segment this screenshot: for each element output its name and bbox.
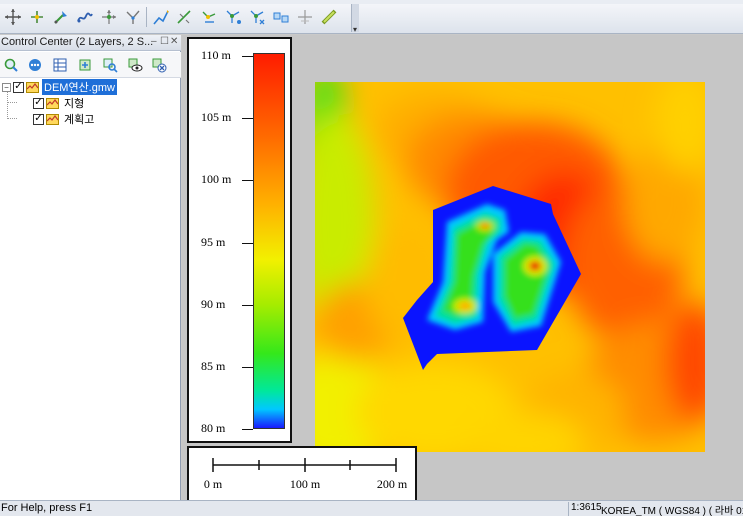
minimize-button[interactable]: – [151, 36, 157, 47]
attribute-table-icon[interactable] [51, 56, 69, 74]
tree-connector [7, 118, 17, 119]
scale-bar: 0 m 100 m 200 m [187, 446, 417, 500]
legend-tick [242, 118, 253, 119]
legend-color-ramp [253, 53, 285, 429]
scale-label: 0 m [203, 477, 223, 491]
visibility-icon[interactable] [126, 56, 144, 74]
dem-raster-image [315, 82, 705, 452]
scale-label: 200 m [376, 477, 408, 491]
toolbar-top-strip [0, 0, 743, 4]
toolbar: ▾ [0, 0, 743, 34]
edit-curve-icon[interactable] [74, 6, 96, 28]
legend-tick [242, 367, 253, 368]
legend-tick [242, 305, 253, 306]
view-icon[interactable] [26, 56, 44, 74]
elevation-legend: 110 m 105 m 100 m 95 m 90 m 85 m 80 m [187, 37, 292, 443]
pan-select-icon[interactable] [50, 6, 72, 28]
scale-label: 100 m [289, 477, 321, 491]
legend-tick [242, 180, 253, 181]
legend-label: 85 m [201, 359, 226, 373]
layer-checkbox[interactable]: ✓ [33, 113, 44, 125]
maximize-button[interactable]: ☐ [160, 36, 169, 47]
zoom-layer-icon[interactable] [2, 56, 20, 74]
add-layer-icon[interactable] [76, 56, 94, 74]
layer-label[interactable]: 지형 [62, 95, 86, 111]
layer-checkbox[interactable]: ✓ [33, 97, 44, 109]
tree-connector [7, 91, 8, 119]
status-bar: For Help, press F1 1:3615 KOREA_TM ( WGS… [0, 500, 743, 516]
legend-label: 110 m [201, 48, 231, 62]
workspace-checkbox[interactable]: ✓ [13, 81, 24, 93]
ruler-icon[interactable] [318, 6, 340, 28]
close-button[interactable]: ✕ [170, 36, 178, 47]
crosshair-icon[interactable] [294, 6, 316, 28]
raster-layer-icon [46, 97, 59, 109]
chevron-down-icon[interactable]: ▾ [353, 25, 357, 34]
workspace-icon [26, 81, 39, 93]
legend-label: 105 m [201, 110, 232, 124]
status-help-text: For Help, press F1 [1, 502, 93, 514]
collapse-toggle[interactable]: − [2, 82, 11, 92]
split-icon[interactable] [122, 6, 144, 28]
toolbar-separator [146, 7, 147, 27]
draw-polyline-icon[interactable] [150, 6, 172, 28]
layer-label[interactable]: 계획고 [62, 111, 96, 127]
scale-bar-graphic [212, 458, 397, 472]
control-center-titlebar: Control Center (2 Layers, 2 S... – ☐ ✕ [0, 35, 181, 51]
legend-label: 90 m [201, 297, 226, 311]
vertex-add-icon[interactable] [222, 6, 244, 28]
snap-icon[interactable] [270, 6, 292, 28]
control-center-title: Control Center (2 Layers, 2 S... [1, 36, 154, 48]
tree-item-layer[interactable]: ✓ 계획고 [33, 111, 96, 127]
legend-label: 80 m [201, 421, 226, 435]
raster-layer-icon [46, 113, 59, 125]
legend-label: 95 m [201, 235, 226, 249]
legend-label: 100 m [201, 172, 232, 186]
legend-tick [242, 243, 253, 244]
workspace-label[interactable]: DEM연산.gmw [42, 79, 117, 95]
app-window: ▾ Control Center (2 Layers, 2 S... – ☐ ✕ [0, 0, 743, 516]
control-center-panel: Control Center (2 Layers, 2 S... – ☐ ✕ −… [0, 35, 181, 500]
node-edit-icon[interactable] [198, 6, 220, 28]
control-center-toolbar [0, 52, 181, 78]
vertex-delete-icon[interactable] [246, 6, 268, 28]
zoom-cross-icon[interactable] [26, 6, 48, 28]
move-cross-icon[interactable] [2, 6, 24, 28]
legend-tick [242, 56, 253, 57]
zoom-extent-icon[interactable] [101, 56, 119, 74]
tree-item-layer[interactable]: ✓ 지형 [33, 95, 86, 111]
tree-connector [7, 102, 17, 103]
remove-layer-icon[interactable] [150, 56, 168, 74]
map-canvas[interactable]: 110 m 105 m 100 m 95 m 90 m 85 m 80 m 0 … [182, 35, 743, 500]
move-point-icon[interactable] [98, 6, 120, 28]
tree-item-workspace[interactable]: − ✓ DEM연산.gmw [2, 79, 117, 95]
digitize-icon[interactable] [174, 6, 196, 28]
layer-tree: − ✓ DEM연산.gmw ✓ 지형 ✓ 계획고 [0, 79, 181, 499]
legend-tick [242, 429, 253, 430]
status-coordinate-system: KOREA_TM ( WGS84 ) ( 라바 016 [601, 506, 743, 516]
status-scale: 1:3615 [568, 502, 602, 516]
